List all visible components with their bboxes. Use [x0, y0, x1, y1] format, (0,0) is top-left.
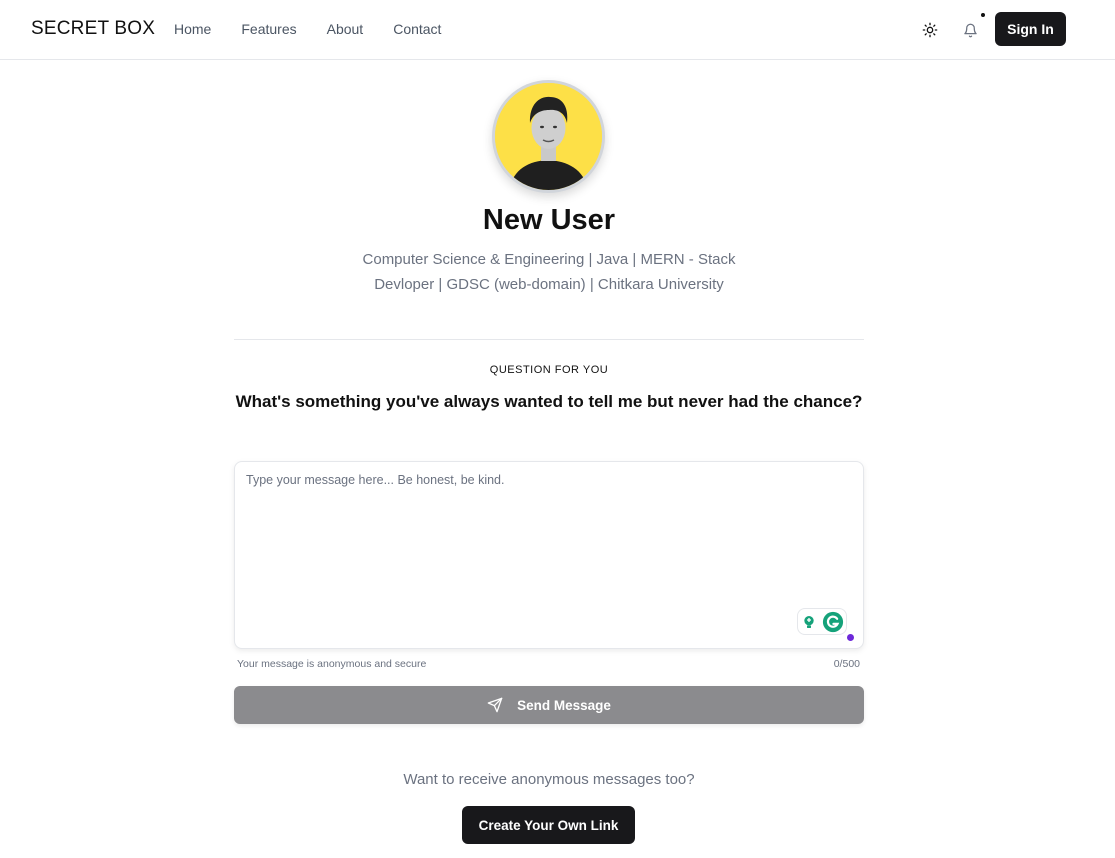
- nav-contact-link[interactable]: Contact: [393, 21, 441, 37]
- nav-features-link[interactable]: Features: [241, 21, 296, 37]
- create-link-button[interactable]: Create Your Own Link: [462, 806, 635, 844]
- top-navbar: SECRET BOX Home Features About Contact S…: [0, 0, 1115, 60]
- profile-avatar: [492, 80, 605, 193]
- bell-icon: [963, 23, 977, 37]
- cta-text: Want to receive anonymous messages too?: [403, 771, 695, 788]
- send-message-button[interactable]: Send Message: [234, 686, 864, 724]
- profile-name: New User: [482, 204, 616, 236]
- send-icon: [487, 697, 503, 713]
- notifications-button[interactable]: [958, 18, 982, 42]
- status-dot: [847, 634, 854, 641]
- character-counter: 0/500: [833, 658, 860, 670]
- nav-about-link[interactable]: About: [327, 21, 364, 37]
- notification-dot: [981, 13, 985, 17]
- main-nav: Home Features About Contact: [174, 21, 471, 37]
- question-label: QUESTION FOR YOU: [489, 364, 609, 376]
- nav-home-link[interactable]: Home: [174, 21, 211, 37]
- question-text: What's something you've always wanted to…: [235, 392, 863, 411]
- site-logo[interactable]: SECRET BOX: [31, 18, 155, 40]
- avatar-image: [495, 83, 602, 190]
- sun-icon: [922, 22, 938, 38]
- bio-line-2: Devloper | GDSC (web-domain) | Chitkara …: [374, 276, 724, 293]
- bio-line-1: Computer Science & Engineering | Java | …: [362, 251, 736, 268]
- message-input[interactable]: [235, 462, 863, 648]
- message-box: [234, 461, 864, 649]
- anonymity-note: Your message is anonymous and secure: [237, 658, 427, 670]
- grammarly-widget[interactable]: [797, 608, 847, 635]
- profile-bio: Computer Science & Engineering | Java | …: [349, 247, 749, 297]
- sign-in-button[interactable]: Sign In: [995, 12, 1066, 46]
- theme-toggle-button[interactable]: [918, 18, 942, 42]
- lightbulb-icon: [803, 615, 814, 628]
- grammarly-icon: [822, 611, 843, 632]
- send-button-label: Send Message: [517, 697, 611, 713]
- avatar: [495, 83, 602, 190]
- section-divider: [234, 339, 864, 340]
